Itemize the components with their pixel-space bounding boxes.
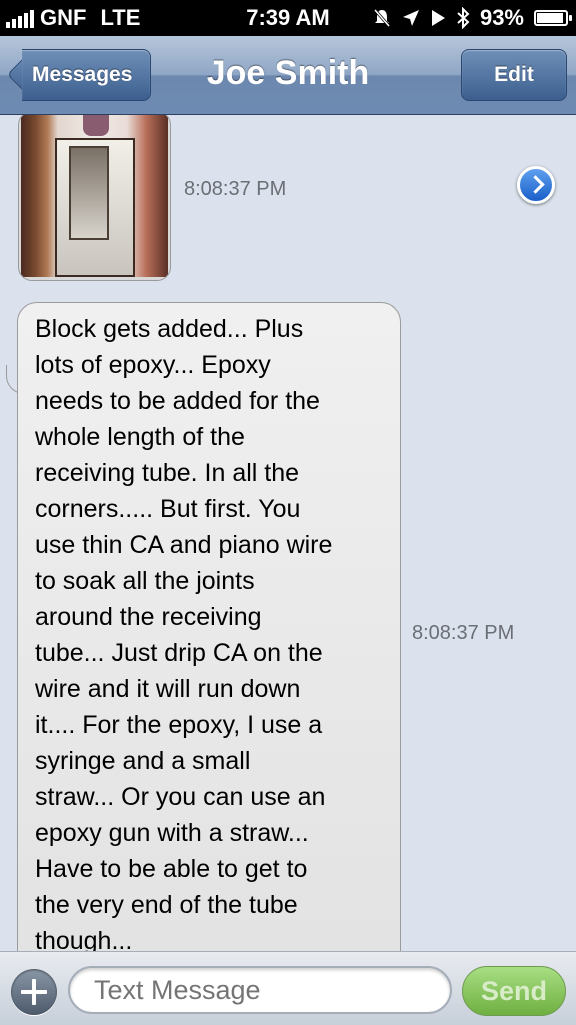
- photo-tube: [69, 146, 109, 240]
- message-text-line: the very end of the tube: [35, 891, 298, 919]
- message-text-line: lots of epoxy... Epoxy: [35, 351, 271, 379]
- message-text-line: use thin CA and piano wire: [35, 531, 333, 559]
- message-text-line: to soak all the joints: [35, 567, 255, 595]
- message-text-line: whole length of the: [35, 423, 245, 451]
- message-text-line: wire and it will run down: [35, 675, 301, 703]
- location-arrow-icon: [402, 10, 419, 26]
- message-text-line: it.... For the epoxy, I use a: [35, 711, 323, 739]
- message-text-line: corners..... But first. You: [35, 495, 301, 523]
- text-message-bubble[interactable]: Block gets added... Plus lots of epoxy...…: [17, 302, 401, 951]
- message-text-line: Block gets added... Plus: [35, 315, 304, 343]
- compose-bar: Send: [0, 951, 576, 1025]
- text-message-input[interactable]: [68, 966, 452, 1014]
- play-icon: [431, 10, 445, 26]
- message-timestamp: 8:08:37 PM: [184, 178, 287, 200]
- bluetooth-icon: [457, 7, 470, 29]
- edit-button[interactable]: Edit: [461, 49, 567, 101]
- battery-fill: [537, 13, 564, 23]
- add-attachment-button[interactable]: [11, 969, 57, 1015]
- conversation-view[interactable]: 8:08:37 PM Block gets added... Plus lots …: [0, 115, 576, 951]
- message-text-line: though...: [35, 927, 133, 951]
- message-text-line: around the receiving: [35, 603, 262, 631]
- message-text-line: needs to be added for the: [35, 387, 320, 415]
- battery-percent: 93%: [479, 5, 524, 30]
- send-button[interactable]: Send: [462, 966, 566, 1016]
- message-text-line: syringe and a small: [35, 747, 251, 775]
- status-bar: GNF LTE 7:39 AM 93%: [0, 0, 576, 36]
- status-right: 93%: [372, 5, 572, 31]
- navigation-bar: Messages Joe Smith Edit: [0, 36, 576, 115]
- message-timestamp: 8:08:37 PM: [412, 622, 515, 644]
- message-text-line: Have to be able to get to: [35, 855, 308, 883]
- photo-thumbnail[interactable]: [21, 115, 168, 277]
- photo-message-bubble[interactable]: [18, 115, 171, 281]
- photo-hose: [83, 115, 109, 136]
- battery-icon: [534, 10, 572, 26]
- chevron-right-circle-icon[interactable]: [517, 166, 555, 204]
- alarm-muted-icon: [373, 9, 391, 27]
- message-text-line: tube... Just drip CA on the: [35, 639, 323, 667]
- message-text-line: straw... Or you can use an: [35, 783, 326, 811]
- message-text-line: receiving tube. In all the: [35, 459, 300, 487]
- message-text-line: epoxy gun with a straw...: [35, 819, 309, 847]
